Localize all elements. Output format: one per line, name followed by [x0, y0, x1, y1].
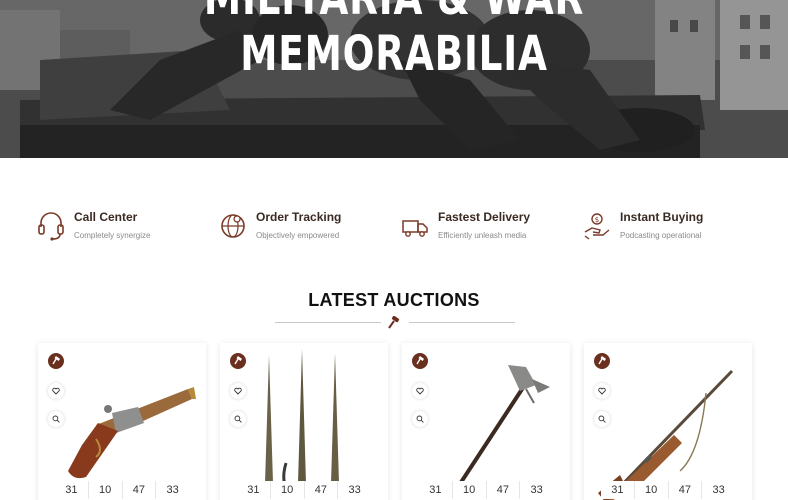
- countdown-timer: 31 10 47 33: [237, 481, 371, 499]
- search-icon: [52, 415, 60, 423]
- heart-icon: [52, 387, 60, 395]
- search-icon: [598, 415, 606, 423]
- countdown-seconds: 33: [338, 481, 371, 499]
- countdown-hours: 10: [270, 481, 305, 499]
- countdown-minutes: 47: [122, 481, 157, 499]
- countdown-minutes: 47: [668, 481, 703, 499]
- wishlist-button[interactable]: [230, 383, 246, 399]
- quick-view-button[interactable]: [230, 411, 246, 427]
- countdown-hours: 10: [452, 481, 487, 499]
- section-title: LATEST AUCTIONS: [308, 290, 480, 310]
- search-icon: [234, 415, 242, 423]
- countdown-timer: 31 10 47 33: [419, 481, 553, 499]
- feature-title: Instant Buying: [620, 210, 704, 224]
- feature-title: Order Tracking: [256, 210, 342, 224]
- feature-title: Fastest Delivery: [438, 210, 531, 224]
- gavel-badge[interactable]: [230, 353, 246, 369]
- wishlist-button[interactable]: [594, 383, 610, 399]
- svg-text:$: $: [595, 216, 599, 224]
- quick-view-button[interactable]: [412, 411, 428, 427]
- countdown-seconds: 33: [156, 481, 189, 499]
- countdown-seconds: 33: [702, 481, 735, 499]
- divider-line-right: [409, 322, 515, 323]
- feature-order-tracking: Order Tracking Objectively empowered: [219, 206, 399, 250]
- heart-icon: [416, 387, 424, 395]
- gavel-badge[interactable]: [412, 353, 428, 369]
- features-row: Call Center Completely synergize Order T…: [0, 206, 788, 250]
- feature-title: Call Center: [74, 210, 138, 224]
- hero-title-line1: MILITARIA & WAR: [87, 0, 702, 22]
- quick-view-button[interactable]: [48, 411, 64, 427]
- globe-tracking-icon: [221, 214, 245, 238]
- auction-card[interactable]: 31 10 47 33: [220, 343, 388, 500]
- gavel-badge[interactable]: [594, 353, 610, 369]
- feature-subtitle: Completely synergize: [74, 231, 151, 240]
- feature-instant-buying: $ Instant Buying Podcasting operational: [583, 206, 763, 250]
- countdown-hours: 10: [88, 481, 123, 499]
- truck-icon: [402, 220, 428, 237]
- countdown-days: 31: [55, 481, 89, 499]
- section-divider: [275, 316, 515, 330]
- countdown-days: 31: [419, 481, 453, 499]
- countdown-hours: 10: [634, 481, 669, 499]
- divider-line-left: [275, 322, 381, 323]
- auction-card[interactable]: 31 10 47 33: [38, 343, 206, 500]
- countdown-minutes: 47: [486, 481, 521, 499]
- feature-call-center: Call Center Completely synergize: [37, 206, 217, 250]
- search-icon: [416, 415, 424, 423]
- countdown-minutes: 47: [304, 481, 339, 499]
- heart-icon: [598, 387, 606, 395]
- countdown-timer: 31 10 47 33: [55, 481, 189, 499]
- auction-card[interactable]: 31 10 47 33: [402, 343, 570, 500]
- quick-view-button[interactable]: [594, 411, 610, 427]
- countdown-days: 31: [601, 481, 635, 499]
- headset-icon: [38, 212, 64, 241]
- countdown-seconds: 33: [520, 481, 553, 499]
- feature-subtitle: Objectively empowered: [256, 231, 340, 240]
- feature-subtitle: Efficiently unleash media: [438, 231, 527, 240]
- countdown-timer: 31 10 47 33: [601, 481, 735, 499]
- gavel-badge[interactable]: [48, 353, 64, 369]
- feature-subtitle: Podcasting operational: [620, 231, 702, 240]
- money-hand-icon: $: [584, 213, 610, 240]
- feature-fastest-delivery: Fastest Delivery Efficiently unleash med…: [401, 206, 581, 250]
- wishlist-button[interactable]: [48, 383, 64, 399]
- auction-card[interactable]: 31 10 47 33: [584, 343, 752, 500]
- wishlist-button[interactable]: [412, 383, 428, 399]
- hero-title-line2: MEMORABILIA: [240, 26, 548, 82]
- hero-banner: MILITARIA & WAR MEMORABILIA: [0, 0, 788, 158]
- countdown-days: 31: [237, 481, 271, 499]
- heart-icon: [234, 387, 242, 395]
- gavel-icon: [388, 316, 400, 329]
